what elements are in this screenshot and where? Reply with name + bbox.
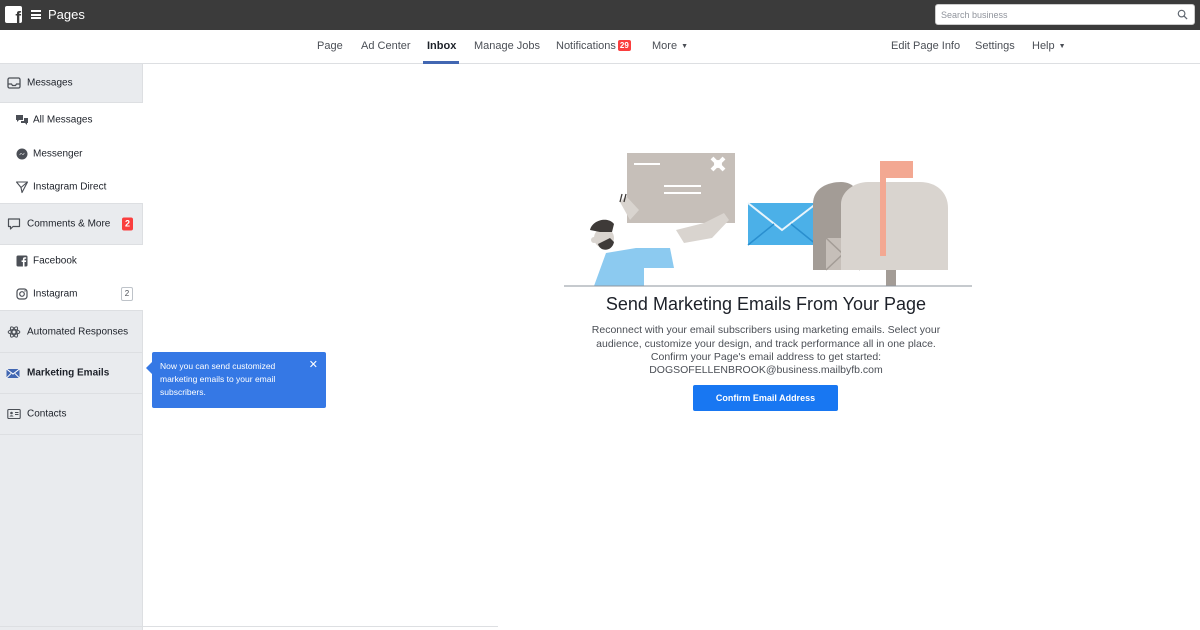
facebook-icon [16,255,28,267]
inbox-sidebar: Messages All Messages Messenger Instagra… [0,64,143,630]
sidebar-item-instagram-direct[interactable]: Instagram Direct [0,170,143,204]
automation-icon [7,325,21,338]
nav-tab-page[interactable]: Page [317,40,343,52]
sidebar-item-automated-responses[interactable]: Automated Responses [0,311,143,353]
bottom-divider [0,626,498,627]
caret-down-icon: ▼ [1058,43,1066,50]
tooltip-text: Now you can send customized marketing em… [160,361,276,397]
nav-tab-ad-center[interactable]: Ad Center [361,40,411,52]
nav-tab-notifications[interactable]: Notifications 29 [556,40,631,52]
caret-down-icon: ▼ [681,43,688,50]
comments-count-badge: 2 [122,217,133,231]
nav-settings[interactable]: Settings [975,40,1015,52]
search-icon[interactable] [1177,9,1188,20]
hamburger-menu-icon[interactable] [31,10,41,19]
sidebar-item-marketing-emails[interactable]: Marketing Emails [0,353,143,394]
paper-plane-icon [15,181,29,194]
search-box[interactable] [935,4,1195,25]
contact-card-icon [7,408,21,420]
sidebar-item-messages[interactable]: Messages [0,64,143,103]
sidebar-item-messenger[interactable]: Messenger [0,137,143,170]
active-tab-indicator [423,61,459,64]
nav-tab-more[interactable]: More ▼ [652,40,688,52]
messages-subgroup: All Messages Messenger Instagram Direct [0,103,143,204]
nav-edit-page-info[interactable]: Edit Page Info [891,40,960,52]
nav-tab-inbox[interactable]: Inbox [427,40,456,52]
top-bar: f Pages [0,0,1200,30]
page-title: Send Marketing Emails From Your Page [605,294,927,314]
confirm-email-button[interactable]: Confirm Email Address [693,385,838,411]
mailbox-illustration [564,153,972,287]
sidebar-item-instagram[interactable]: Instagram 2 [0,277,143,311]
instagram-icon [16,288,28,300]
notifications-badge: 29 [617,40,631,51]
facebook-logo-icon[interactable]: f [5,6,22,23]
page-nav-bar: Page Ad Center Inbox Manage Jobs Notific… [0,30,1200,64]
envelope-icon [6,368,20,379]
comment-icon [7,218,21,230]
sidebar-item-all-messages[interactable]: All Messages [0,103,143,137]
inbox-tray-icon [7,77,21,89]
sidebar-item-comments-more[interactable]: Comments & More 2 [0,204,143,245]
search-input[interactable] [936,5,1166,25]
page-email-address: DOGSOFELLENBROOK@business.mailbyfb.com [649,364,883,376]
close-icon[interactable]: ✕ [309,359,318,372]
messenger-icon [16,148,28,159]
marketing-emails-tooltip: Now you can send customized marketing em… [146,352,326,408]
nav-help[interactable]: Help ▼ [1032,40,1066,52]
sidebar-item-contacts[interactable]: Contacts [0,394,143,435]
instagram-count-badge: 2 [121,287,133,301]
app-title[interactable]: Pages [48,7,85,22]
nav-tab-manage-jobs[interactable]: Manage Jobs [474,40,540,52]
chat-bubbles-icon [16,115,28,125]
description-text: Reconnect with your email subscribers us… [591,324,941,363]
sidebar-item-facebook[interactable]: Facebook [0,245,143,277]
comments-subgroup: Facebook Instagram 2 [0,245,143,311]
